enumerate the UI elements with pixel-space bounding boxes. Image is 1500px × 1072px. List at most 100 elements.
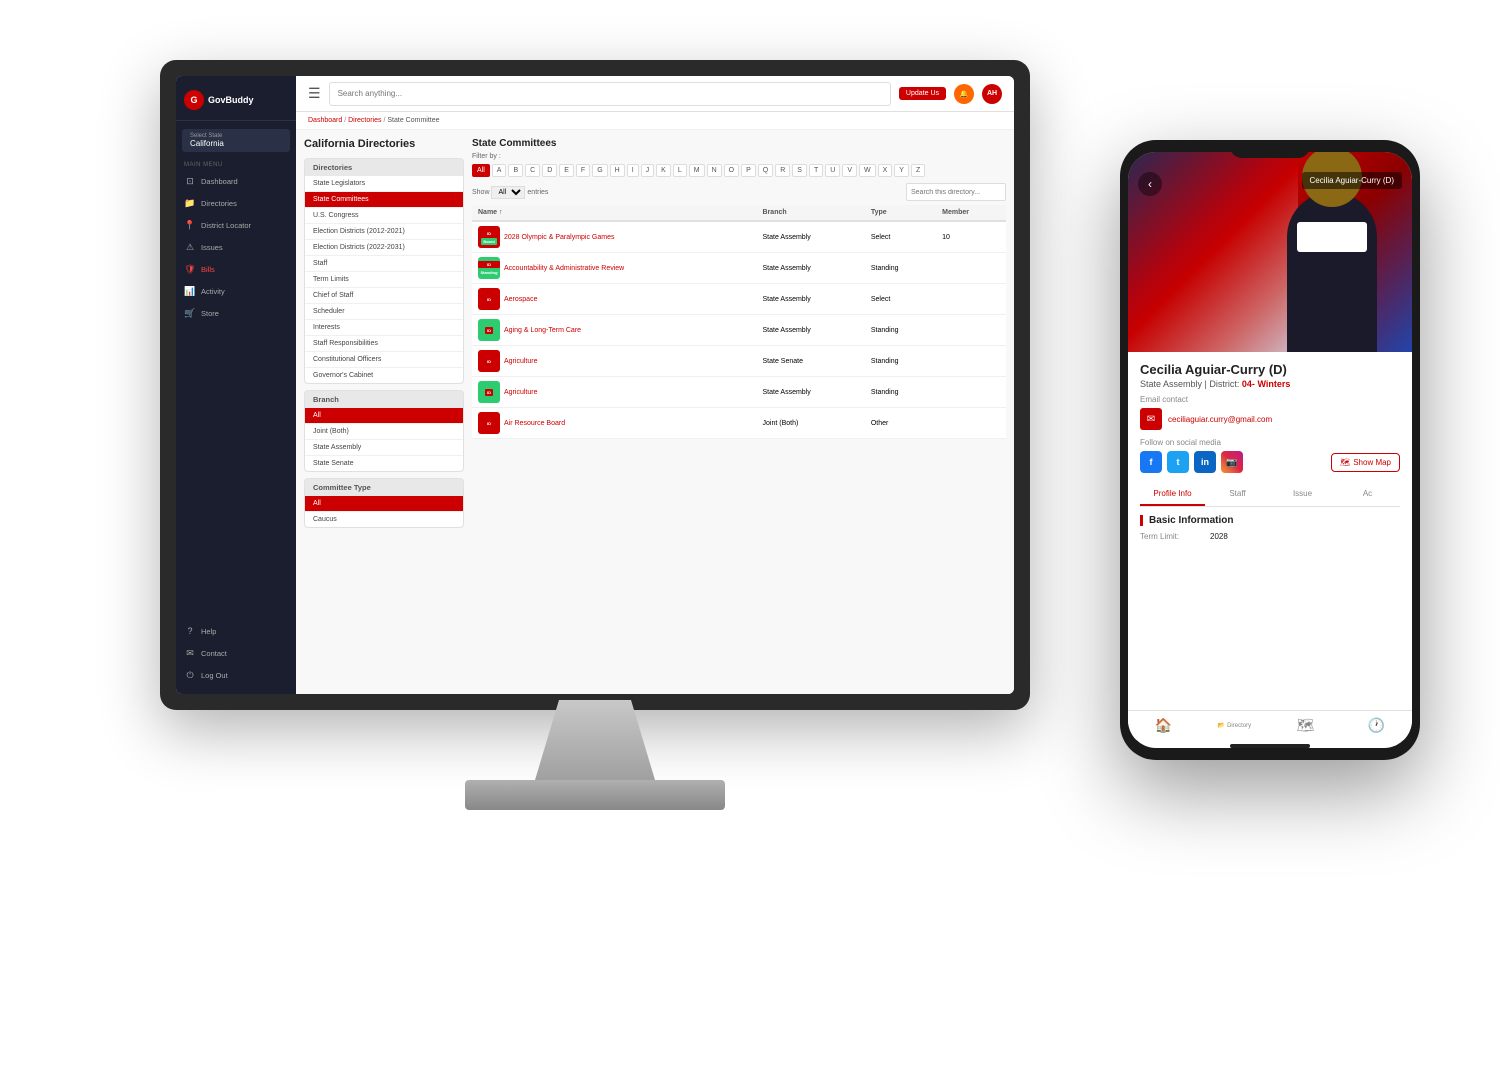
show-map-button[interactable]: 🗺 Show Map — [1331, 453, 1400, 472]
directory-search-input[interactable] — [906, 183, 1006, 201]
facebook-icon[interactable]: f — [1140, 451, 1162, 473]
alpha-d[interactable]: D — [542, 164, 557, 177]
col-name[interactable]: Name ↑ — [472, 205, 757, 221]
filter-type-caucus[interactable]: Caucus — [305, 512, 463, 527]
alpha-q[interactable]: Q — [758, 164, 773, 177]
sidebar-item-dashboard[interactable]: ⊡ Dashboard — [176, 170, 296, 192]
district-link[interactable]: 04- — [1242, 379, 1255, 389]
alpha-u[interactable]: U — [825, 164, 840, 177]
committee-name[interactable]: Aging & Long-Term Care — [504, 327, 581, 334]
alpha-h[interactable]: H — [610, 164, 625, 177]
filter-branch-assembly[interactable]: State Assembly — [305, 440, 463, 456]
committee-name[interactable]: Agriculture — [504, 358, 537, 365]
filter-term-limits[interactable]: Term Limits — [305, 272, 463, 288]
tab-staff[interactable]: Staff — [1205, 483, 1270, 506]
filter-branch-joint[interactable]: Joint (Both) — [305, 424, 463, 440]
alpha-s[interactable]: S — [792, 164, 807, 177]
sidebar-item-district-locator[interactable]: 📍 District Locator — [176, 214, 296, 236]
alpha-m[interactable]: M — [689, 164, 705, 177]
committee-name[interactable]: Accountability & Administrative Review — [504, 265, 624, 272]
alpha-k[interactable]: K — [656, 164, 671, 177]
district-city[interactable]: Winters — [1257, 379, 1290, 389]
filter-election-2022[interactable]: Election Districts (2022-2031) — [305, 240, 463, 256]
filter-state-committees[interactable]: State Committees — [305, 192, 463, 208]
filter-chief-of-staff[interactable]: Chief of Staff — [305, 288, 463, 304]
back-button[interactable]: ‹ — [1138, 172, 1162, 196]
linkedin-icon[interactable]: in — [1194, 451, 1216, 473]
alpha-n[interactable]: N — [707, 164, 722, 177]
filter-type-all[interactable]: All — [305, 496, 463, 512]
alpha-c[interactable]: C — [525, 164, 540, 177]
sidebar-item-help[interactable]: ? Help — [176, 620, 296, 642]
sidebar-item-issues[interactable]: ⚠ Issues — [176, 236, 296, 258]
alpha-x[interactable]: X — [878, 164, 893, 177]
alpha-a[interactable]: A — [492, 164, 507, 177]
alpha-p[interactable]: P — [741, 164, 756, 177]
email-address[interactable]: ceciliaguiar.curry@gmail.com — [1168, 415, 1272, 424]
filter-scheduler[interactable]: Scheduler — [305, 304, 463, 320]
breadcrumb-directories[interactable]: Directories — [348, 117, 381, 124]
tab-issue[interactable]: Issue — [1270, 483, 1335, 506]
state-select[interactable]: Select State California — [182, 129, 290, 152]
user-avatar[interactable]: AH — [982, 84, 1002, 104]
alpha-b[interactable]: B — [508, 164, 523, 177]
directory-nav-active[interactable]: 📂 Directory — [1218, 722, 1251, 729]
twitter-icon[interactable]: t — [1167, 451, 1189, 473]
filter-staff-resp[interactable]: Staff Responsibilities — [305, 336, 463, 352]
nav-directory[interactable]: 📂 Directory — [1199, 717, 1270, 734]
entries-select[interactable]: All1025 — [491, 186, 525, 199]
filter-const-officers[interactable]: Constitutional Officers — [305, 352, 463, 368]
alpha-i[interactable]: I — [627, 164, 639, 177]
sidebar-item-contact[interactable]: ✉ Contact — [176, 642, 296, 664]
alpha-j[interactable]: J — [641, 164, 655, 177]
committee-name[interactable]: Agriculture — [504, 389, 537, 396]
notification-icon[interactable]: 🔔 — [954, 84, 974, 104]
sidebar-item-logout[interactable]: ⏻ Log Out — [176, 664, 296, 686]
sidebar-item-label: District Locator — [201, 221, 251, 230]
filter-branch-senate[interactable]: State Senate — [305, 456, 463, 471]
alpha-all[interactable]: All — [472, 164, 490, 177]
tab-ac[interactable]: Ac — [1335, 483, 1400, 506]
sidebar-item-store[interactable]: 🛒 Store — [176, 302, 296, 324]
col-type[interactable]: Type — [865, 205, 936, 221]
alpha-e[interactable]: E — [559, 164, 574, 177]
table-row: ID Standing Accountability & Administrat… — [472, 253, 1006, 284]
filter-staff[interactable]: Staff — [305, 256, 463, 272]
committee-name[interactable]: Aerospace — [504, 296, 537, 303]
alpha-g[interactable]: G — [592, 164, 607, 177]
filter-us-congress[interactable]: U.S. Congress — [305, 208, 463, 224]
filter-election-2012[interactable]: Election Districts (2012-2021) — [305, 224, 463, 240]
alpha-v[interactable]: V — [842, 164, 857, 177]
update-us-button[interactable]: Update Us — [899, 87, 946, 100]
col-member[interactable]: Member — [936, 205, 1006, 221]
alpha-w[interactable]: W — [859, 164, 876, 177]
branch-section-title: Branch — [305, 391, 463, 408]
filter-branch-all[interactable]: All — [305, 408, 463, 424]
alpha-r[interactable]: R — [775, 164, 790, 177]
col-branch[interactable]: Branch — [757, 205, 865, 221]
sidebar-item-bills[interactable]: 🛡 Bills — [176, 258, 296, 280]
tab-profile-info[interactable]: Profile Info — [1140, 483, 1205, 506]
alpha-o[interactable]: O — [724, 164, 739, 177]
committee-name[interactable]: 2028 Olympic & Paralympic Games — [504, 234, 614, 241]
alpha-t[interactable]: T — [809, 164, 823, 177]
filter-state-legislators[interactable]: State Legislators — [305, 176, 463, 192]
alpha-z[interactable]: Z — [911, 164, 925, 177]
sidebar-item-directories[interactable]: 📁 Directories — [176, 192, 296, 214]
instagram-icon[interactable]: 📷 — [1221, 451, 1243, 473]
alpha-l[interactable]: L — [673, 164, 687, 177]
menu-icon[interactable]: ☰ — [308, 85, 321, 102]
alpha-f[interactable]: F — [576, 164, 590, 177]
alpha-y[interactable]: Y — [894, 164, 909, 177]
breadcrumb-dashboard[interactable]: Dashboard — [308, 117, 342, 124]
filter-interests[interactable]: Interests — [305, 320, 463, 336]
nav-home[interactable]: 🏠 — [1128, 717, 1199, 734]
back-icon: ‹ — [1148, 177, 1152, 191]
sidebar-item-activity[interactable]: 📊 Activity — [176, 280, 296, 302]
filter-gov-cabinet[interactable]: Governor's Cabinet — [305, 368, 463, 383]
committee-name[interactable]: Air Resource Board — [504, 420, 565, 427]
search-input[interactable] — [329, 82, 891, 106]
nav-history[interactable]: 🕐 — [1341, 717, 1412, 734]
nav-map[interactable]: 🗺 — [1270, 717, 1341, 734]
committee-type-title: Committee Type — [305, 479, 463, 496]
